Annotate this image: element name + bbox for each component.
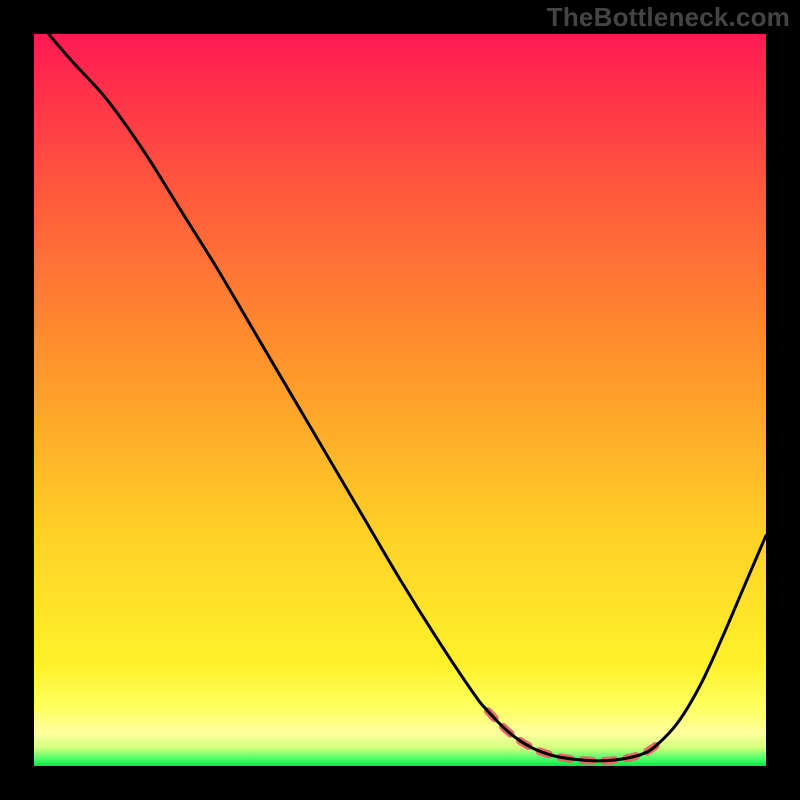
bottleneck-chart [0, 0, 800, 800]
chart-container: { "watermark": "TheBottleneck.com", "cha… [0, 0, 800, 800]
plot-background [34, 34, 766, 766]
watermark-text: TheBottleneck.com [547, 2, 790, 33]
